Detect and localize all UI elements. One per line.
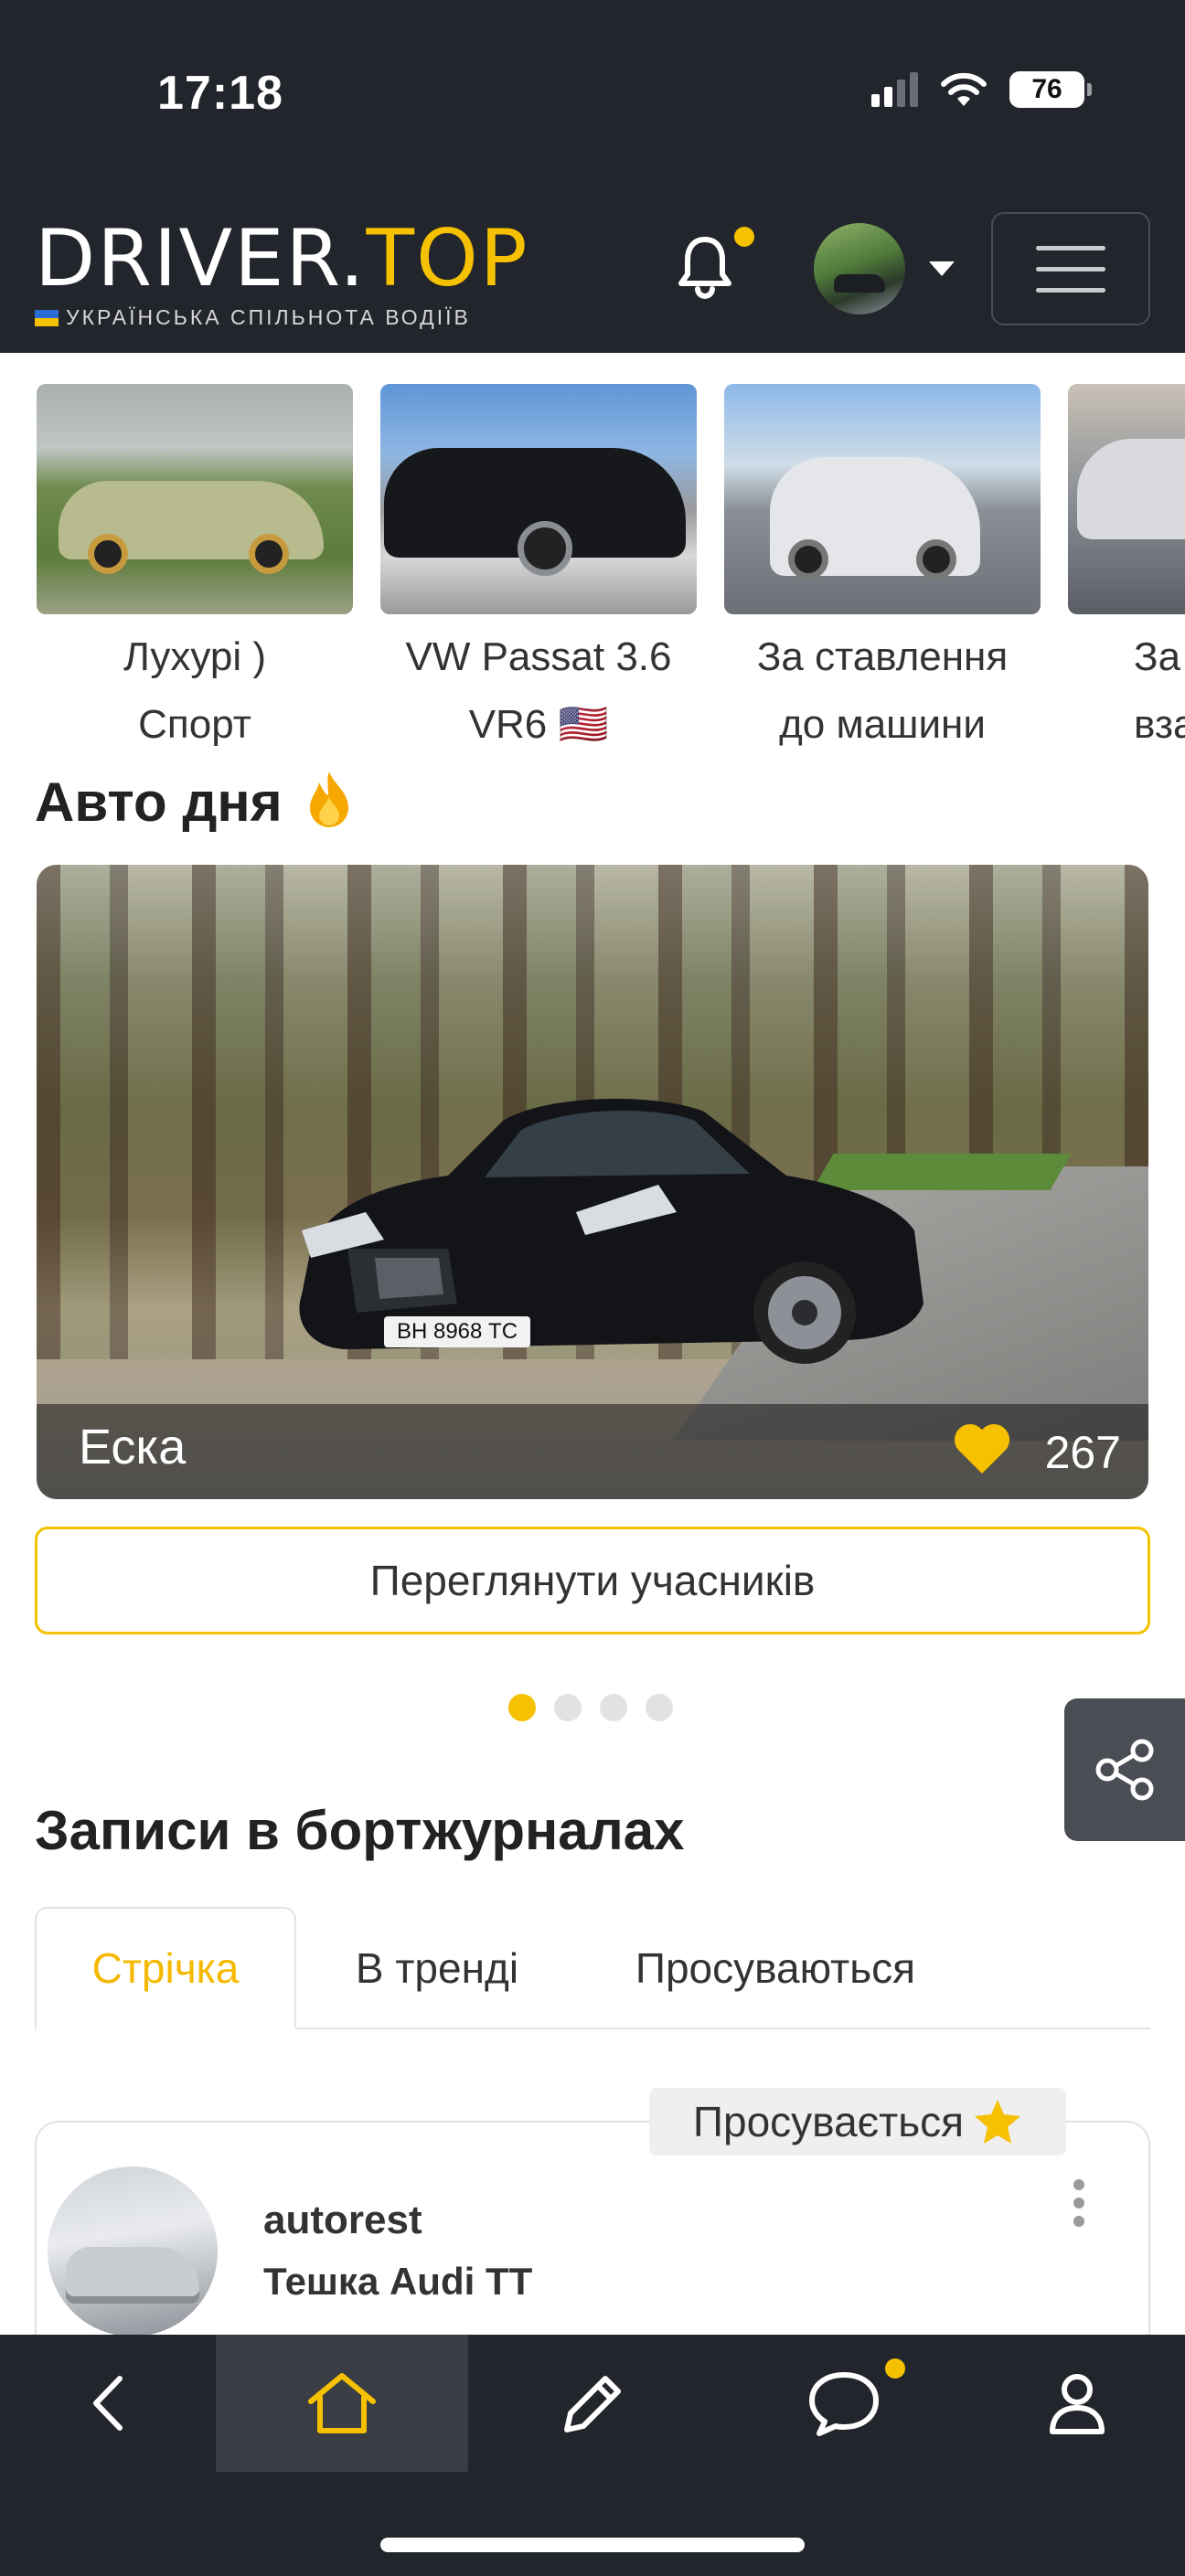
car-of-day-card[interactable]: ВН 8968 ТС Еска 267 [37, 865, 1148, 1499]
home-indicator[interactable] [380, 2538, 805, 2552]
notification-dot [734, 227, 754, 247]
write-button[interactable] [468, 2335, 719, 2472]
bell-icon[interactable] [677, 234, 733, 300]
chat-icon [809, 2372, 879, 2436]
messages-notification-dot [885, 2358, 905, 2379]
home-icon [308, 2373, 376, 2433]
car-photo: ВН 8968 ТС [299, 1099, 923, 1364]
story-item[interactable]: Лухурі ) Спорт [37, 384, 353, 759]
back-button[interactable] [0, 2335, 216, 2472]
tab-promoted[interactable]: Просуваються [611, 1907, 940, 2029]
profile-button[interactable] [969, 2335, 1185, 2472]
profile-icon [1050, 2374, 1105, 2434]
story-thumbnail [37, 384, 353, 614]
avatar[interactable] [814, 223, 905, 314]
logo-text: DRIVER.TOP [35, 213, 529, 304]
story-caption: За вза [1134, 634, 1185, 747]
story-caption: Лухурі ) Спорт [123, 634, 266, 747]
status-time: 17:18 [157, 67, 283, 120]
messages-button[interactable] [719, 2335, 969, 2472]
fire-icon [310, 772, 349, 827]
post-title[interactable]: Тешка Audi TT [263, 2260, 532, 2304]
signal-icon [871, 72, 918, 107]
logo-tagline: УКРАЇНСЬКА СПІЛЬНОТА ВОДІЇВ [35, 305, 529, 330]
story-item[interactable]: За вза [1068, 384, 1185, 759]
carousel-dot[interactable] [554, 1694, 582, 1721]
status-icons: 76 [871, 71, 1092, 108]
star-icon [975, 2100, 1021, 2144]
chevron-down-icon[interactable] [929, 261, 955, 276]
carousel-dot[interactable] [508, 1694, 536, 1721]
story-thumbnail [1068, 384, 1185, 614]
story-item[interactable]: За ставлення до машини [724, 384, 1041, 759]
logbooks-tabs: Стрічка В тренді Просуваються [35, 1907, 1150, 2029]
hamburger-menu-icon[interactable] [991, 212, 1150, 325]
share-button[interactable] [1064, 1698, 1185, 1841]
share-icon [1095, 1739, 1154, 1801]
site-logo[interactable]: DRIVER.TOP УКРАЇНСЬКА СПІЛЬНОТА ВОДІЇВ [35, 219, 529, 330]
car-of-day-title: Авто дня [35, 770, 352, 834]
likes-count: 267 [1044, 1427, 1121, 1478]
story-thumbnail [380, 384, 697, 614]
story-thumbnail [724, 384, 1041, 614]
heart-icon[interactable] [953, 1422, 1011, 1475]
logbooks-title: Записи в бортжурналах [35, 1800, 685, 1861]
story-caption: VW Passat 3.6 VR6 🇺🇸 [405, 634, 672, 747]
tab-feed[interactable]: Стрічка [35, 1907, 296, 2029]
tab-trending[interactable]: В тренді [336, 1907, 538, 2029]
view-participants-button[interactable]: Переглянути учасників [35, 1527, 1150, 1634]
post-author-avatar[interactable] [48, 2166, 218, 2336]
post-username[interactable]: autorest [263, 2198, 422, 2243]
battery-icon: 76 [1009, 71, 1092, 108]
home-button[interactable] [216, 2335, 468, 2472]
carousel-dots [508, 1694, 673, 1721]
wifi-icon [941, 72, 987, 106]
car-name: Еска [79, 1420, 187, 1474]
back-icon [93, 2376, 123, 2431]
carousel-dot[interactable] [600, 1694, 627, 1721]
license-plate: ВН 8968 ТС [397, 1319, 518, 1344]
more-options-icon[interactable] [1073, 2179, 1084, 2227]
pencil-icon [564, 2376, 621, 2432]
promoted-badge: Просувається [649, 2088, 1066, 2156]
carousel-dot[interactable] [646, 1694, 673, 1721]
story-item[interactable]: VW Passat 3.6 VR6 🇺🇸 [380, 384, 697, 759]
story-caption: За ставлення до машини [756, 634, 1009, 747]
ukraine-flag-icon [35, 309, 59, 326]
stories-row: Лухурі ) Спорт VW Passat 3.6 VR6 🇺🇸 За ста… [37, 384, 1185, 759]
